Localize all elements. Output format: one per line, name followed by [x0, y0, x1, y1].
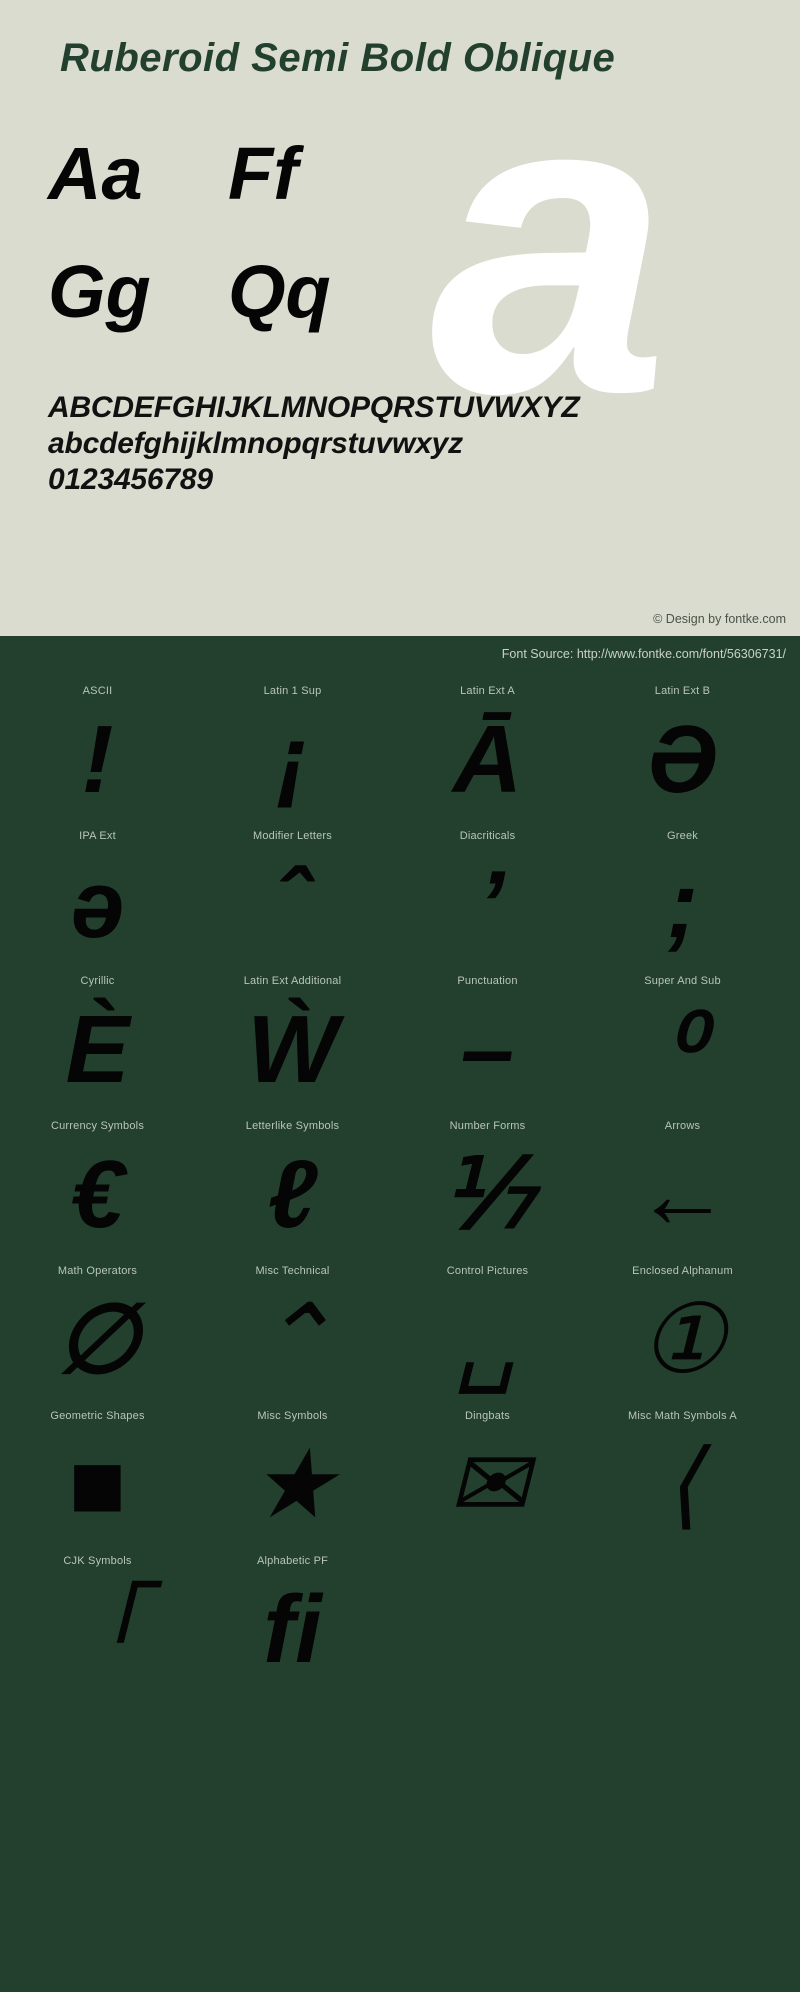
unicode-block-label: Cyrillic	[80, 975, 115, 987]
unicode-block-cell: IPA Ext ə	[6, 821, 189, 966]
unicode-block-cell: Misc Technical ⌃	[201, 1256, 384, 1401]
unicode-block-sample-glyph: 「	[49, 1576, 146, 1683]
letter-pair-ff: Ff	[228, 132, 298, 215]
unicode-block-cell: Number Forms ⅐	[396, 1111, 579, 1256]
letter-pair-qq: Qq	[228, 250, 331, 333]
unicode-block-label: Diacriticals	[459, 830, 516, 842]
unicode-block-cell: Currency Symbols €	[6, 1111, 189, 1256]
unicode-block-cell: Misc Math Symbols A ⟨	[591, 1401, 774, 1546]
unicode-block-sample-glyph: !	[81, 706, 114, 813]
unicode-block-label: Enclosed Alphanum	[632, 1265, 733, 1277]
unicode-block-cell: Misc Symbols ★	[201, 1401, 384, 1546]
unicode-block-cell: ASCII!	[6, 676, 189, 821]
unicode-block-cell: Punctuation –	[396, 966, 579, 1111]
design-credit: © Design by fontke.com	[653, 612, 786, 626]
unicode-block-sample-glyph: ∅	[55, 1286, 140, 1393]
unicode-block-cell: CJK Symbols 「	[6, 1546, 189, 1691]
unicode-block-sample-glyph: Ẁ	[247, 996, 338, 1103]
unicode-block-sample-glyph: ★	[249, 1431, 336, 1538]
unicode-block-sample-glyph: €	[70, 1141, 125, 1248]
unicode-block-cell: Control Pictures ␣	[396, 1256, 579, 1401]
unicode-block-label: CJK Symbols	[63, 1555, 132, 1567]
unicode-block-sample-glyph: ;	[666, 851, 699, 958]
unicode-block-cell: Cyrillic Ѐ	[6, 966, 189, 1111]
page-title: Ruberoid Semi Bold Oblique	[60, 36, 616, 80]
unicode-block-cell: Modifier Letters ˆ	[201, 821, 384, 966]
unicode-block-label: Control Pictures	[446, 1265, 529, 1277]
unicode-block-label: Misc Technical	[255, 1265, 330, 1277]
unicode-block-label: Latin Ext A	[460, 685, 515, 697]
unicode-block-label: Latin Ext Additional	[243, 975, 342, 987]
unicode-block-sample-glyph: ①	[639, 1286, 726, 1393]
unicode-block-label: Latin Ext B	[654, 685, 711, 697]
alphabet-digits: 0123456789	[48, 463, 213, 496]
unicode-block-cell: Latin Ext B Ə	[591, 676, 774, 821]
unicode-block-label: Currency Symbols	[50, 1120, 145, 1132]
alphabet-uppercase: ABCDEFGHIJKLMNOPQRSTUVWXYZ	[48, 391, 580, 424]
unicode-block-sample-glyph: ̕	[396, 845, 579, 965]
unicode-block-sample-glyph: ␣	[457, 1286, 518, 1393]
unicode-block-label: ASCII	[82, 685, 113, 697]
unicode-block-cell: Latin Ext Additional Ẁ	[201, 966, 384, 1111]
unicode-block-cell: Dingbats ✉	[396, 1401, 579, 1546]
unicode-block-label: Dingbats	[464, 1410, 510, 1422]
unicode-block-label: IPA Ext	[79, 830, 116, 842]
unicode-block-sample-glyph: –	[460, 996, 515, 1103]
unicode-block-cell: Latin Ext A Ā	[396, 676, 579, 821]
letter-pair-grid: Aa Ff Gg Qq	[48, 135, 408, 371]
letter-pair-gg: Gg	[48, 250, 151, 333]
unicode-block-cell: Letterlike Symbols ℓ	[201, 1111, 384, 1256]
unicode-block-label: Geometric Shapes	[50, 1410, 145, 1422]
unicode-block-label: Number Forms	[449, 1120, 526, 1132]
unicode-block-cell: Geometric Shapes ■	[6, 1401, 189, 1546]
unicode-block-sample-glyph: Ə	[646, 706, 719, 813]
unicode-block-cell: Arrows ←	[591, 1111, 774, 1256]
unicode-block-label: Arrows	[664, 1120, 701, 1132]
unicode-block-label: Greek	[667, 830, 698, 842]
unicode-block-sample-glyph: ﬁ	[263, 1576, 322, 1683]
unicode-block-label: Alphabetic PF	[256, 1555, 329, 1567]
unicode-block-cell: Diacriticals̕	[396, 821, 579, 966]
unicode-block-label: Latin 1 Sup	[263, 685, 322, 697]
unicode-block-sample-glyph: ə	[70, 851, 125, 958]
unicode-block-grid: ASCII! Latin 1 Sup ¡ Latin Ext A Ā Latin Ext …	[0, 676, 800, 1691]
unicode-block-sample-glyph: ✉	[447, 1431, 528, 1538]
unicode-block-sample-glyph: Ā	[452, 706, 523, 813]
unicode-block-sample-glyph: Ѐ	[65, 996, 130, 1103]
unicode-block-sample-glyph: ˆ	[276, 851, 309, 958]
letter-pair-aa: Aa	[48, 132, 143, 215]
unicode-block-sample-glyph: ←	[634, 1141, 731, 1248]
letter-pair-row: Aa Ff	[48, 135, 408, 253]
unicode-block-sample-glyph: ■	[68, 1431, 127, 1538]
unicode-block-cell: Enclosed Alphanum ①	[591, 1256, 774, 1401]
unicode-block-label: Math Operators	[57, 1265, 138, 1277]
unicode-block-sample-glyph: ¡	[276, 706, 309, 813]
unicode-block-label: Punctuation	[457, 975, 518, 987]
unicode-block-label: Super And Sub	[644, 975, 721, 987]
unicode-block-cell: Greek;	[591, 821, 774, 966]
unicode-block-sample-glyph: ⌃	[252, 1286, 333, 1393]
unicode-block-label: Misc Math Symbols A	[628, 1410, 737, 1422]
unicode-block-label: Misc Symbols	[257, 1410, 328, 1422]
font-specimen-page: a Ruberoid Semi Bold Oblique Aa Ff Gg Qq…	[0, 0, 800, 1992]
unicode-block-label: Modifier Letters	[252, 830, 332, 842]
unicode-block-sample-glyph: ⁰	[663, 996, 702, 1103]
font-source-link[interactable]: Font Source: http://www.fontke.com/font/…	[502, 647, 786, 661]
unicode-block-sample-glyph: ℓ	[267, 1141, 318, 1248]
unicode-block-label: Letterlike Symbols	[245, 1120, 340, 1132]
unicode-block-sample-glyph: ⟨	[663, 1431, 702, 1538]
unicode-block-sample-glyph: ⅐	[440, 1141, 535, 1248]
unicode-blocks-panel: Font Source: http://www.fontke.com/font/…	[0, 636, 800, 1992]
unicode-block-cell: Super And Sub ⁰	[591, 966, 774, 1111]
alphabet-lowercase: abcdefghijklmnopqrstuvwxyz	[48, 427, 463, 460]
letter-pair-row: Gg Qq	[48, 253, 408, 371]
unicode-block-cell: Alphabetic PF ﬁ	[201, 1546, 384, 1691]
alphabet-block: ABCDEFGHIJKLMNOPQRSTUVWXYZ abcdefghijklm…	[48, 390, 778, 498]
specimen-panel: a Ruberoid Semi Bold Oblique Aa Ff Gg Qq…	[0, 0, 800, 636]
unicode-block-cell: Latin 1 Sup ¡	[201, 676, 384, 821]
unicode-block-cell: Math Operators ∅	[6, 1256, 189, 1401]
